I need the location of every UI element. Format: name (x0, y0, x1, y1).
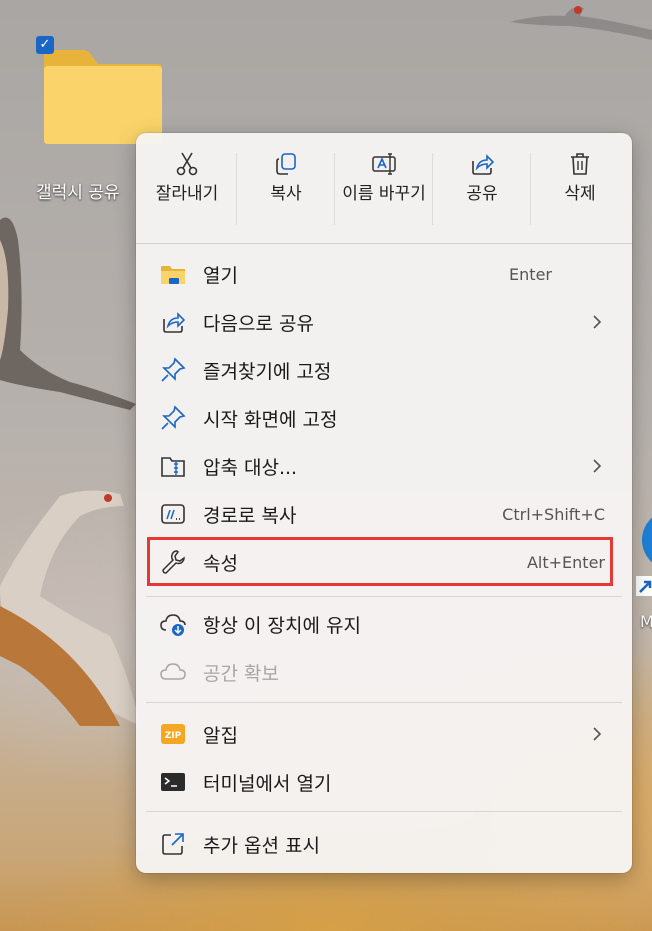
share-icon (163, 312, 186, 333)
copy-button[interactable]: 복사 (237, 151, 335, 206)
menu-item-shortcut: Ctrl+Shift+C (502, 505, 605, 524)
cut-label: 잘라내기 (155, 184, 219, 204)
menu-item-label: 열기 (203, 265, 238, 287)
menu-item-open-terminal[interactable]: 터미널에서 열기 (140, 759, 628, 805)
menu-item-label: 공간 확보 (203, 663, 279, 685)
cloud-download-icon (160, 614, 186, 636)
menu-item-more-options[interactable]: 추가 옵션 표시 (140, 821, 628, 867)
copy-icon (276, 153, 296, 175)
desktop-folder-label[interactable]: 갤럭시 공유 (36, 178, 120, 203)
share-button[interactable]: 공유 (433, 151, 531, 206)
properties-highlight-box (147, 537, 613, 586)
menu-item-open[interactable]: 열기 Enter (140, 251, 628, 297)
menu-item-share-with[interactable]: 다음으로 공유 (140, 299, 628, 345)
menu-item-label: 항상 이 장치에 유지 (203, 615, 361, 637)
rename-label: 이름 바꾸기 (342, 184, 426, 204)
path-icon (161, 504, 185, 524)
share-icon (472, 154, 495, 175)
crane-bird-left-lower (0, 490, 140, 726)
menu-item-label: 다음으로 공유 (203, 313, 314, 335)
menu-item-pin-start[interactable]: 시작 화면에 고정 (140, 395, 628, 441)
crane-bird-left-upper (0, 217, 136, 410)
chevron-right-icon (593, 727, 602, 741)
cloud-icon (160, 663, 186, 680)
menu-item-label: 압축 대상... (203, 457, 298, 479)
terminal-icon (161, 773, 185, 791)
zip-folder-icon (161, 457, 185, 477)
menu-item-label: 시작 화면에 고정 (203, 409, 338, 431)
scissors-icon (176, 152, 198, 176)
desktop-shortcut-label[interactable]: M (640, 612, 652, 631)
toolbar-separator (136, 243, 632, 244)
menu-item-label: 즐겨찾기에 고정 (203, 361, 332, 383)
delete-label: 삭제 (564, 184, 596, 204)
svg-text:ZIP: ZIP (165, 731, 182, 741)
folder-icon (161, 266, 185, 284)
rename-icon (372, 153, 396, 175)
desktop-folder-icon[interactable] (36, 36, 166, 148)
desktop-folder-checkbox-icon[interactable]: ✓ (36, 36, 54, 54)
menu-item-label: 추가 옵션 표시 (203, 835, 320, 857)
menu-separator (146, 702, 622, 703)
pin-icon (161, 405, 186, 430)
menu-separator (146, 811, 622, 812)
menu-item-label: 알집 (203, 725, 238, 747)
menu-item-label: 경로로 복사 (203, 505, 297, 527)
crane-bird-top-right (510, 6, 652, 40)
chevron-right-icon (593, 459, 602, 473)
menu-item-compress[interactable]: 압축 대상... (140, 443, 628, 489)
trash-icon (571, 153, 589, 175)
chevron-right-icon (593, 315, 602, 329)
menu-item-shortcut: Enter (509, 265, 552, 284)
context-menu: 잘라내기 복사 이름 바꾸기 공유 삭제 열기 Enter 다음으로 공유 즐겨… (136, 133, 632, 873)
share-label: 공유 (466, 184, 498, 204)
copy-label: 복사 (270, 184, 302, 204)
cut-button[interactable]: 잘라내기 (138, 151, 236, 206)
menu-item-pin-quick-access[interactable]: 즐겨찾기에 고정 (140, 347, 628, 393)
menu-item-keep-on-device[interactable]: 항상 이 장치에 유지 (140, 601, 628, 647)
menu-separator (146, 596, 622, 597)
delete-button[interactable]: 삭제 (531, 151, 629, 206)
context-menu-toolbar: 잘라내기 복사 이름 바꾸기 공유 삭제 (136, 133, 632, 243)
menu-item-alzip[interactable]: ZIP 알집 (140, 711, 628, 757)
menu-item-copy-path[interactable]: 경로로 복사 Ctrl+Shift+C (140, 491, 628, 537)
desktop-shortcut-icon[interactable] (632, 490, 652, 600)
external-link-icon (162, 833, 184, 855)
menu-item-label: 터미널에서 열기 (203, 773, 332, 795)
pin-icon (161, 357, 186, 382)
rename-button[interactable]: 이름 바꾸기 (335, 151, 433, 206)
alzip-icon: ZIP (161, 724, 185, 744)
menu-item-free-space: 공간 확보 (140, 649, 628, 695)
